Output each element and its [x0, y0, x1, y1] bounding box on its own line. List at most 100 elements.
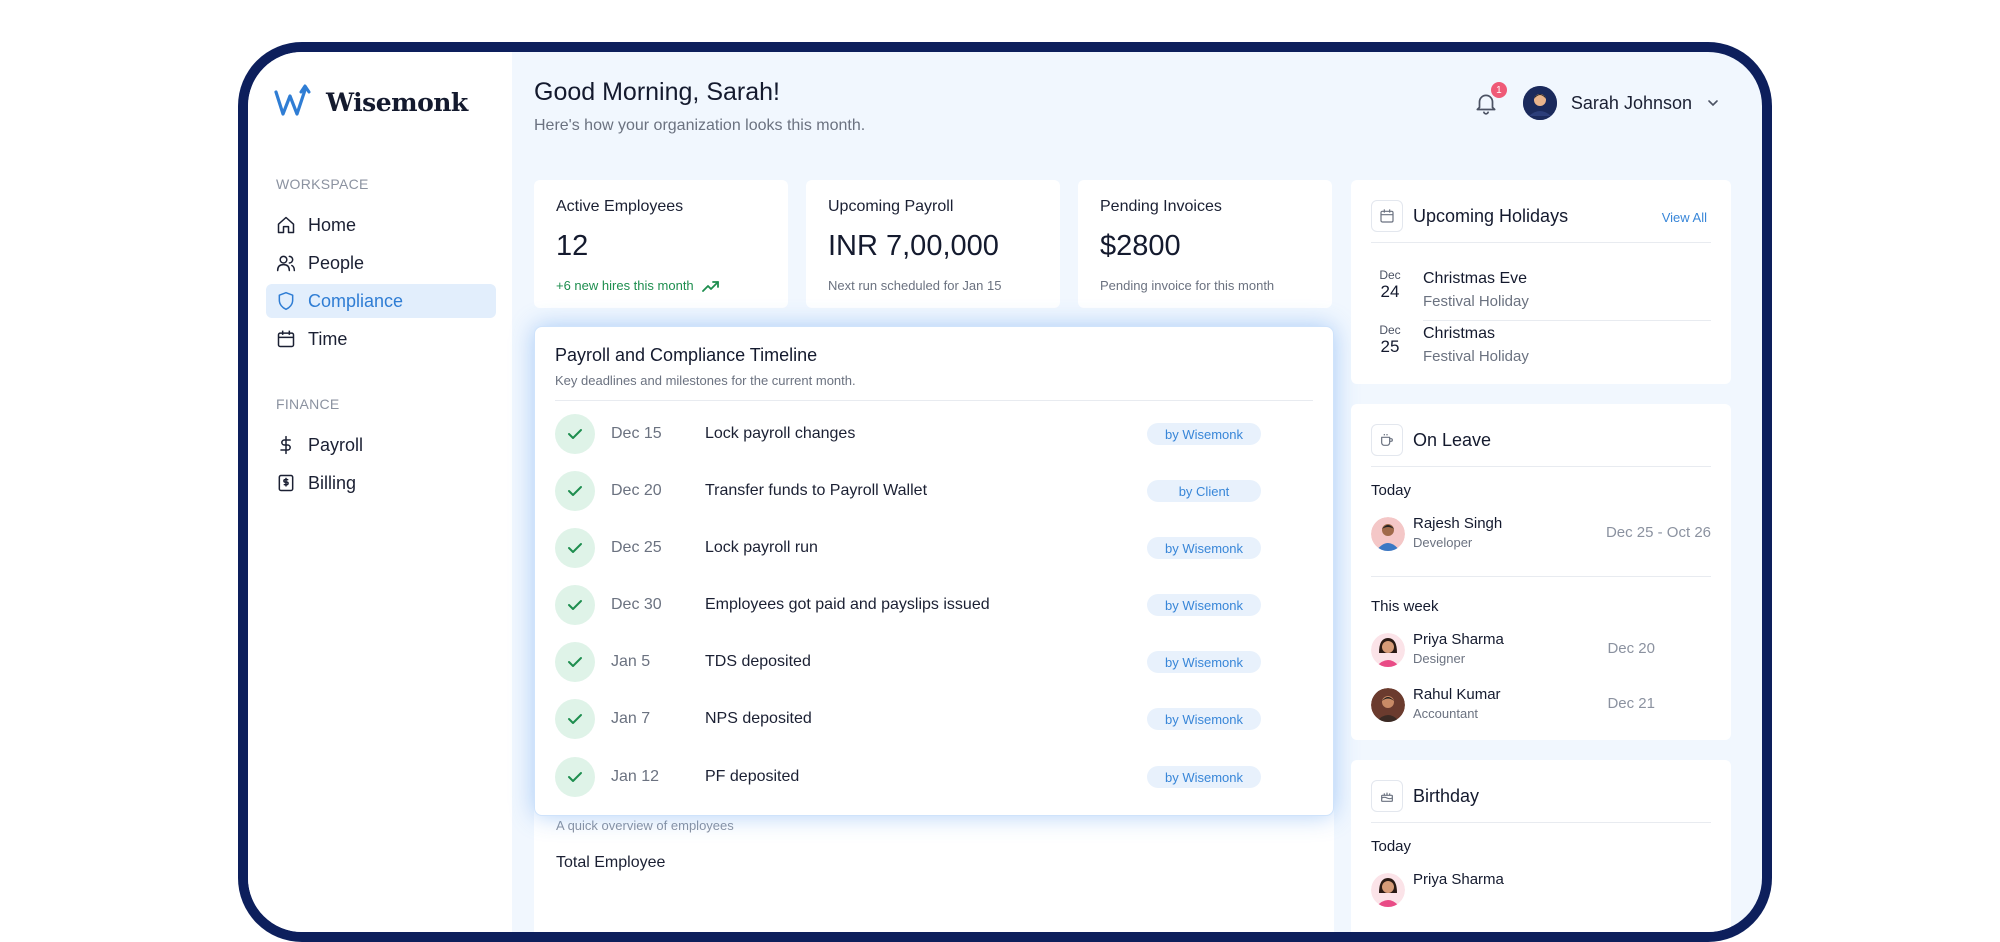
sidebar: Wisemonk WORKSPACE Home People Complianc… — [248, 52, 512, 932]
user-avatar-icon — [1522, 86, 1557, 120]
holiday-item[interactable]: Dec 24 Christmas Eve Festival Holiday — [1371, 268, 1711, 316]
app-name: Wisemonk — [326, 87, 468, 117]
timeline-badge: by Wisemonk — [1147, 594, 1261, 616]
stat-card-pending-invoices[interactable]: Pending Invoices $2800 Pending invoice f… — [1078, 180, 1332, 308]
stat-card-active-employees[interactable]: Active Employees 12 +6 new hires this mo… — [534, 180, 788, 308]
logo[interactable]: Wisemonk — [274, 84, 468, 120]
check-icon — [555, 471, 595, 511]
divider — [1371, 242, 1711, 243]
timeline-text: Employees got paid and payslips issued — [705, 596, 990, 613]
timeline-row[interactable]: Dec 15 Lock payroll changes by Wisemonk — [555, 414, 1313, 454]
chevron-down-icon[interactable] — [1706, 96, 1720, 110]
calendar-icon — [1371, 200, 1403, 232]
person-role: Designer — [1413, 651, 1466, 666]
check-icon — [555, 528, 595, 568]
holidays-title: Upcoming Holidays — [1413, 206, 1569, 226]
section-label-workspace: WORKSPACE — [276, 176, 369, 192]
birthday-title: Birthday — [1413, 786, 1480, 806]
holiday-item[interactable]: Dec 25 Christmas Festival Holiday — [1371, 323, 1711, 371]
sidebar-item-billing[interactable]: Billing — [266, 466, 496, 500]
leave-range: Dec 21 — [1607, 695, 1655, 712]
timeline-text: Transfer funds to Payroll Wallet — [705, 482, 928, 499]
timeline-date: Dec 15 — [611, 425, 662, 442]
timeline-badge: by Wisemonk — [1147, 651, 1261, 673]
holiday-name: Christmas Eve — [1423, 270, 1528, 287]
holiday-date: Dec 24 — [1371, 268, 1409, 302]
holiday-date: Dec 25 — [1371, 323, 1409, 357]
holiday-month: Dec — [1379, 323, 1401, 337]
view-all-link[interactable]: View All — [1662, 210, 1707, 225]
timeline-badge: by Wisemonk — [1147, 708, 1261, 730]
timeline-row[interactable]: Jan 5 TDS deposited by Wisemonk — [555, 642, 1313, 682]
timeline-badge: by Wisemonk — [1147, 537, 1261, 559]
avatar — [1371, 633, 1405, 667]
timeline-date: Dec 30 — [611, 596, 662, 613]
list-item[interactable]: Priya Sharma — [1371, 870, 1711, 910]
timeline-row[interactable]: Jan 7 NPS deposited by Wisemonk — [555, 699, 1313, 739]
holiday-day: 25 — [1380, 337, 1400, 356]
sidebar-item-label: People — [308, 252, 365, 273]
timeline-text: NPS deposited — [705, 710, 812, 727]
timeline-text: TDS deposited — [705, 653, 811, 670]
sidebar-item-payroll[interactable]: Payroll — [266, 428, 496, 462]
stat-foot: Next run scheduled for Jan 15 — [828, 278, 1002, 293]
timeline-row[interactable]: Dec 20 Transfer funds to Payroll Wallet … — [555, 471, 1313, 511]
timeline-row[interactable]: Jan 12 PF deposited by Wisemonk — [555, 757, 1313, 797]
page-title: Good Morning, Sarah! — [534, 78, 780, 106]
timeline-date: Jan 5 — [611, 653, 651, 670]
sidebar-item-time[interactable]: Time — [266, 322, 496, 356]
list-item[interactable]: Rahul Kumar Accountant Dec 21 — [1371, 685, 1711, 725]
dollar-icon — [280, 435, 291, 455]
check-icon — [555, 585, 595, 625]
coffee-icon — [1371, 424, 1403, 456]
divider — [1371, 576, 1711, 577]
people-icon — [276, 255, 296, 272]
stat-card-upcoming-payroll[interactable]: Upcoming Payroll INR 7,00,000 Next run s… — [806, 180, 1060, 308]
timeline-subtitle: Key deadlines and milestones for the cur… — [555, 373, 856, 388]
timeline-badge: by Wisemonk — [1147, 423, 1261, 445]
timeline-text: Lock payroll run — [705, 539, 818, 556]
receipt-icon — [278, 474, 294, 492]
timeline-row[interactable]: Dec 25 Lock payroll run by Wisemonk — [555, 528, 1313, 568]
trend-up-icon — [701, 280, 719, 292]
home-icon — [277, 216, 295, 234]
list-item[interactable]: Priya Sharma Designer Dec 20 — [1371, 630, 1711, 670]
divider — [555, 400, 1313, 401]
check-icon — [555, 642, 595, 682]
on-leave-card: On Leave Today Rajesh Singh Developer De… — [1351, 404, 1731, 740]
overview-title: Total Employee — [556, 854, 666, 871]
timeline-row[interactable]: Dec 30 Employees got paid and payslips i… — [555, 585, 1313, 625]
timeline-title: Payroll and Compliance Timeline — [555, 345, 818, 365]
main-content: Good Morning, Sarah! Here's how your org… — [512, 52, 1762, 932]
sidebar-item-people[interactable]: People — [266, 246, 496, 280]
shield-icon — [278, 291, 294, 311]
leave-range: Dec 25 - Oct 26 — [1605, 524, 1711, 541]
timeline-text: PF deposited — [705, 768, 800, 785]
stat-title: Pending Invoices — [1100, 198, 1222, 215]
avatar[interactable] — [1522, 86, 1557, 120]
check-icon — [555, 757, 595, 797]
timeline-date: Jan 7 — [611, 710, 651, 727]
leave-range: Dec 20 — [1607, 640, 1655, 657]
sidebar-item-label: Billing — [308, 472, 357, 493]
person-role: Accountant — [1413, 706, 1479, 721]
user-name[interactable]: Sarah Johnson — [1571, 93, 1692, 114]
notification-badge: 1 — [1490, 82, 1507, 98]
check-icon — [555, 699, 595, 739]
avatar — [1371, 517, 1405, 551]
divider — [1371, 466, 1711, 467]
sidebar-item-label: Compliance — [308, 290, 404, 311]
sidebar-item-label: Home — [308, 214, 357, 235]
divider — [1371, 822, 1711, 823]
timeline-text: Lock payroll changes — [705, 425, 856, 442]
list-item[interactable]: Rajesh Singh Developer Dec 25 - Oct 26 — [1371, 514, 1711, 554]
timeline-date: Jan 12 — [611, 768, 660, 785]
sidebar-item-compliance[interactable]: Compliance — [266, 284, 496, 318]
stat-value: $2800 — [1100, 230, 1181, 262]
page-subtitle: Here's how your organization looks this … — [534, 117, 866, 134]
notifications-button[interactable]: 1 — [1473, 82, 1507, 116]
sidebar-item-home[interactable]: Home — [266, 208, 496, 242]
timeline-date: Dec 25 — [611, 539, 662, 556]
divider — [1423, 320, 1711, 321]
avatar — [1371, 873, 1405, 907]
